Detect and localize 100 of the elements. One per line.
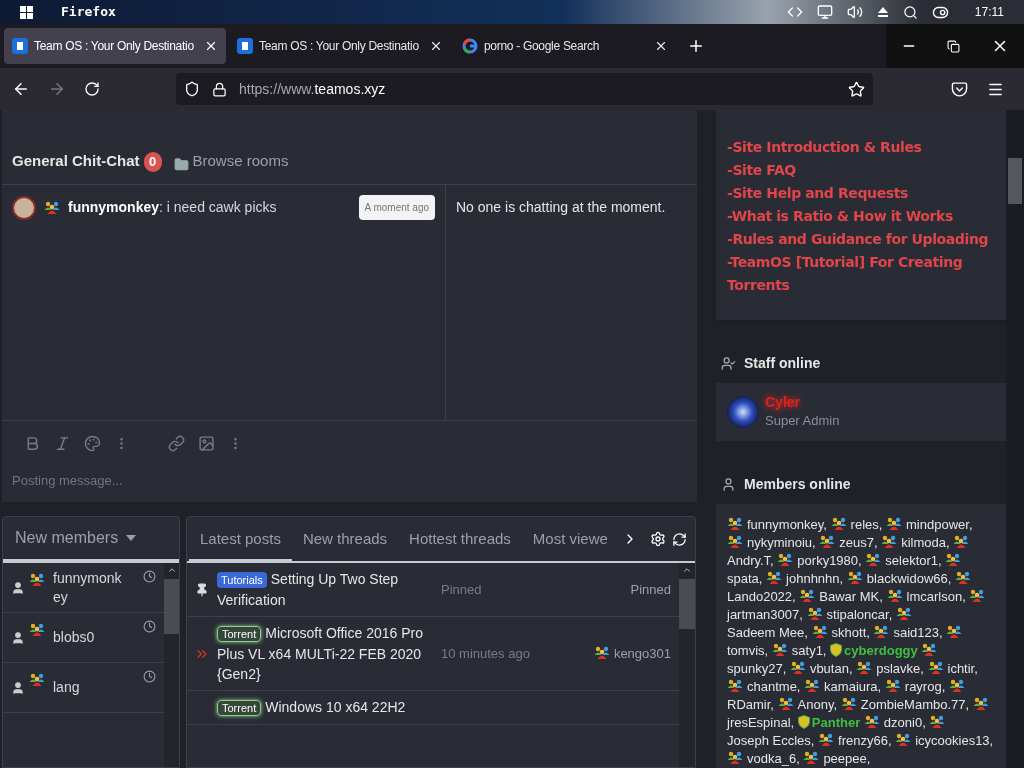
member-link[interactable]: saty1, (791, 643, 827, 658)
search-icon[interactable] (902, 4, 918, 20)
member-link[interactable]: Joseph Eccles, (727, 733, 815, 748)
member-link[interactable]: tomvis, (727, 643, 769, 658)
member-link[interactable]: stipaloncar, (826, 607, 893, 622)
browser-tab[interactable]: Team OS : Your Only Destinatio (229, 28, 451, 64)
member-link[interactable]: porky1980, (797, 553, 862, 568)
member-group-icon (789, 661, 806, 674)
member-link[interactable]: peepee, (823, 751, 871, 766)
member-link[interactable]: mindpower, (906, 517, 973, 532)
scrollbar-thumb[interactable] (1008, 158, 1022, 204)
scroll-up-icon[interactable] (682, 565, 692, 575)
windows-logo-icon[interactable] (20, 5, 33, 19)
member-link[interactable]: nykyminoiu, (747, 535, 816, 550)
member-link[interactable]: Bawar MK, (819, 589, 883, 604)
thread-title[interactable]: Torrent Windows 10 x64 22H2 (217, 697, 429, 718)
image-icon[interactable] (198, 434, 215, 452)
thread-row[interactable]: Torrent Microsoft Office 2016 Pro Plus VL x64 MULTi-22 FEB 2020 {Gen2} 10 minutes ago kengo301 (187, 617, 679, 691)
member-group-icon (895, 607, 912, 620)
bookmark-star-icon[interactable] (848, 80, 865, 98)
thread-title[interactable]: Tutorials Setting Up Two Step Verification (217, 569, 429, 610)
eject-icon[interactable] (876, 6, 889, 18)
posts-tab[interactable]: Latest posts (189, 519, 292, 563)
message-input[interactable]: Posting message... (12, 465, 687, 495)
member-link[interactable]: spunky27, (727, 661, 787, 676)
member-link[interactable]: frenzy66, (838, 733, 892, 748)
thread-row[interactable]: Tutorials Setting Up Two Step Verification Pinned Pinned (187, 563, 679, 617)
member-link[interactable]: Panther (811, 715, 861, 730)
italic-icon[interactable] (54, 434, 71, 452)
palette-icon[interactable] (84, 434, 101, 452)
thread-row[interactable]: Torrent Windows 10 x64 22H2 (187, 691, 679, 725)
browse-rooms-link[interactable]: Browse rooms (192, 149, 289, 172)
volume-icon[interactable] (846, 4, 863, 20)
thread-user[interactable]: kengo301 (593, 643, 671, 664)
avatar (727, 396, 759, 428)
forward-icon[interactable] (48, 80, 66, 98)
member-link[interactable]: vbutan, (809, 661, 853, 676)
member-link[interactable]: kilmoda, (901, 535, 950, 550)
close-tab-icon[interactable] (204, 39, 218, 53)
member-link[interactable]: johnhnhn, (786, 571, 844, 586)
member-link[interactable]: said123, (893, 625, 943, 640)
posts-tab[interactable]: Hottest threads (398, 517, 522, 561)
posts-tab[interactable]: New threads (291, 517, 399, 561)
pocket-icon[interactable] (951, 80, 968, 98)
close-tab-icon[interactable] (654, 39, 668, 53)
thread-user[interactable]: Pinned (630, 579, 671, 600)
browser-tab[interactable]: Team OS : Your Only Destinatio (4, 28, 226, 64)
member-link[interactable]: zeus7, (839, 535, 878, 550)
member-link[interactable]: cyberdoggy (844, 643, 918, 658)
back-icon[interactable] (12, 80, 30, 98)
member-group-icon (44, 201, 60, 214)
display-icon[interactable] (816, 4, 833, 20)
thread-title[interactable]: Torrent Microsoft Office 2016 Pro Plus VL x64 MULTi-22 FEB 2020 {Gen2} (217, 623, 429, 684)
new-members-dropdown[interactable]: New members (3, 517, 179, 563)
member-link[interactable]: blackwidow66, (866, 571, 952, 586)
member-link[interactable]: chantme, (747, 679, 801, 694)
refresh-icon[interactable] (672, 531, 687, 547)
member-link[interactable]: Sadeem Mee, (727, 625, 808, 640)
member-link[interactable]: jresEspinal, (727, 715, 795, 730)
member-link[interactable]: icycookies13, (915, 733, 994, 748)
address-bar[interactable]: https://www.teamos.xyz (176, 73, 873, 105)
scrollbar-thumb[interactable] (679, 579, 695, 629)
member-link[interactable]: reles, (850, 517, 883, 532)
member-link[interactable]: RDamir, (727, 697, 774, 712)
member-link[interactable]: ichtir, (947, 661, 978, 676)
posts-tab[interactable]: Most viewe (521, 517, 619, 561)
member-link[interactable]: pslavke, (876, 661, 924, 676)
member-link[interactable]: skhott, (831, 625, 870, 640)
settings-icon[interactable] (650, 531, 666, 547)
member-link[interactable]: spata, (727, 571, 763, 586)
page-scrollbar[interactable] (1006, 110, 1024, 768)
google-logo-icon (462, 38, 478, 54)
member-link[interactable]: lmcarlson, (906, 589, 966, 604)
scrollbar-thumb[interactable] (164, 579, 179, 634)
member-link[interactable]: dzoni0, (883, 715, 926, 730)
member-link[interactable]: vodka_6, (747, 751, 800, 766)
member-link[interactable]: funnymonkey, (747, 517, 827, 532)
shield-icon[interactable] (184, 81, 200, 97)
member-link[interactable]: jartman3007, (727, 607, 803, 622)
scroll-up-icon[interactable] (166, 565, 177, 575)
scrollbar[interactable] (679, 563, 695, 767)
browser-tab[interactable]: porno - Google Search (454, 28, 676, 64)
member-link[interactable]: selektor1, (885, 553, 942, 568)
member-link[interactable]: Lando2022, (727, 589, 796, 604)
member-link[interactable]: rayrog, (904, 679, 946, 694)
reload-icon[interactable] (84, 81, 100, 97)
close-tab-icon[interactable] (429, 39, 443, 53)
clock-icon (143, 670, 156, 683)
link-icon[interactable] (168, 434, 185, 452)
member-link[interactable]: Anony, (797, 697, 838, 712)
member-link[interactable]: Andry.T, (727, 553, 774, 568)
member-group-icon (727, 679, 743, 692)
clock: 17:11 (974, 4, 1004, 21)
new-tab-icon[interactable] (687, 37, 705, 55)
member-group-icon (803, 751, 820, 764)
restore-icon[interactable] (947, 39, 961, 53)
member-link[interactable]: kamaiura, (824, 679, 882, 694)
member-group-icon (29, 573, 45, 586)
member-link[interactable]: ZombieMambo.77, (860, 697, 970, 712)
scrollbar[interactable] (164, 563, 179, 767)
